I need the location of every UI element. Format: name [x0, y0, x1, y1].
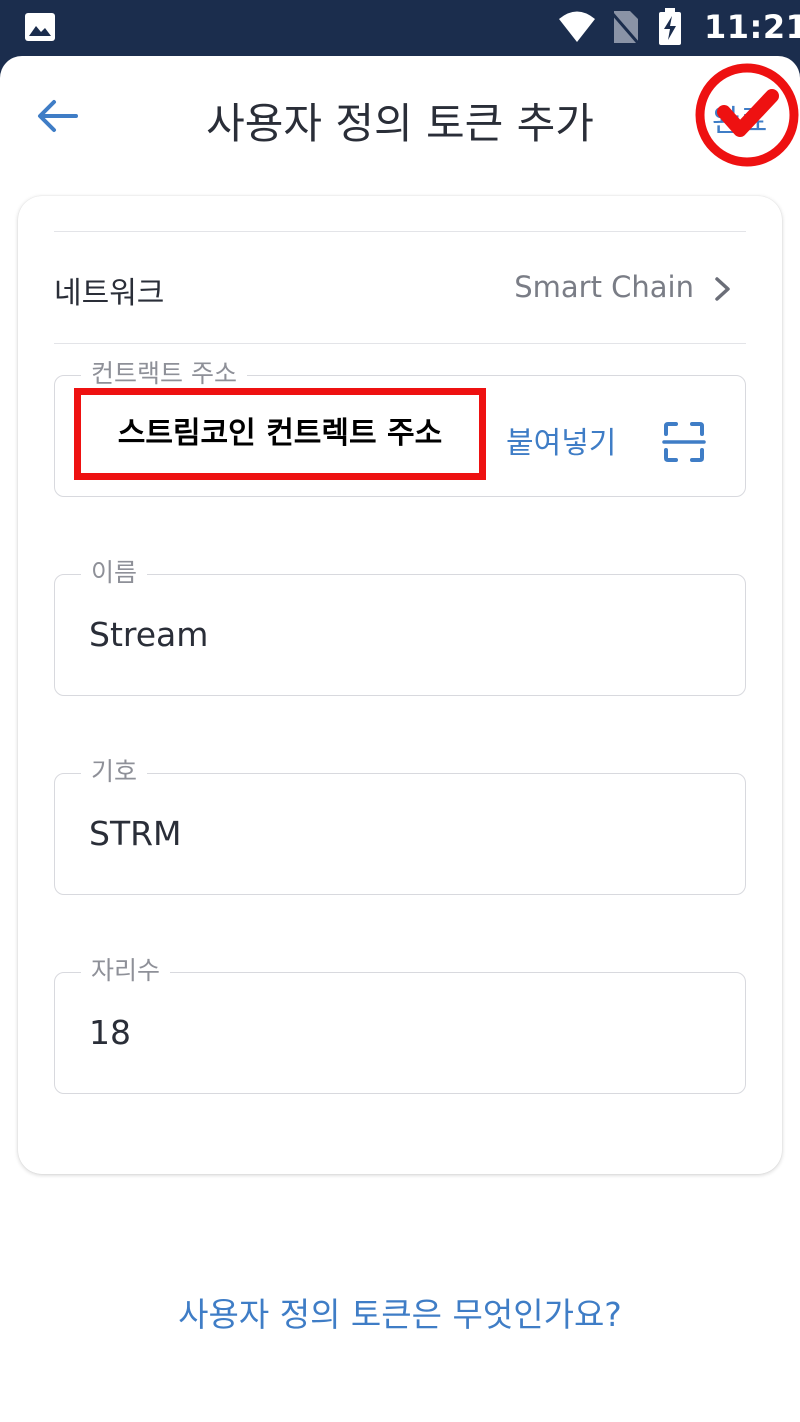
divider: [54, 231, 746, 232]
custom-token-help-link[interactable]: 사용자 정의 토큰은 무엇인가요?: [0, 1288, 800, 1336]
decimals-label: 자리수: [81, 951, 171, 987]
symbol-label: 기호: [81, 752, 148, 788]
network-value: Smart Chain: [514, 270, 694, 304]
decimals-value: 18: [89, 1013, 131, 1052]
name-value: Stream: [89, 615, 209, 654]
status-bar: 11:21: [0, 0, 800, 56]
wifi-icon: [558, 10, 596, 48]
no-sim-icon: [610, 9, 640, 49]
page-title: 사용자 정의 토큰 추가: [206, 99, 594, 148]
decimals-field[interactable]: 자리수 18: [54, 951, 746, 1094]
name-field[interactable]: 이름 Stream: [54, 553, 746, 696]
chevron-right-icon: [715, 277, 730, 301]
battery-charging-icon: [658, 8, 682, 50]
checkmark-annotation-icon: [695, 63, 799, 167]
status-time: 11:21: [704, 8, 800, 46]
contract-address-value: 스트림코인 컨트렉트 주소: [117, 416, 443, 451]
symbol-value: STRM: [89, 814, 182, 853]
gallery-icon: [24, 12, 56, 46]
qr-scan-icon[interactable]: [662, 420, 706, 468]
network-selector[interactable]: 네트워크 Smart Chain: [54, 250, 746, 328]
contract-address-label: 컨트랙트 주소: [81, 354, 247, 390]
symbol-field[interactable]: 기호 STRM: [54, 752, 746, 895]
network-label: 네트워크: [54, 276, 165, 311]
paste-button[interactable]: 붙여넣기: [506, 418, 616, 462]
contract-address-annotation: 스트림코인 컨트렉트 주소: [74, 388, 486, 480]
divider: [54, 343, 746, 344]
name-label: 이름: [81, 553, 148, 589]
